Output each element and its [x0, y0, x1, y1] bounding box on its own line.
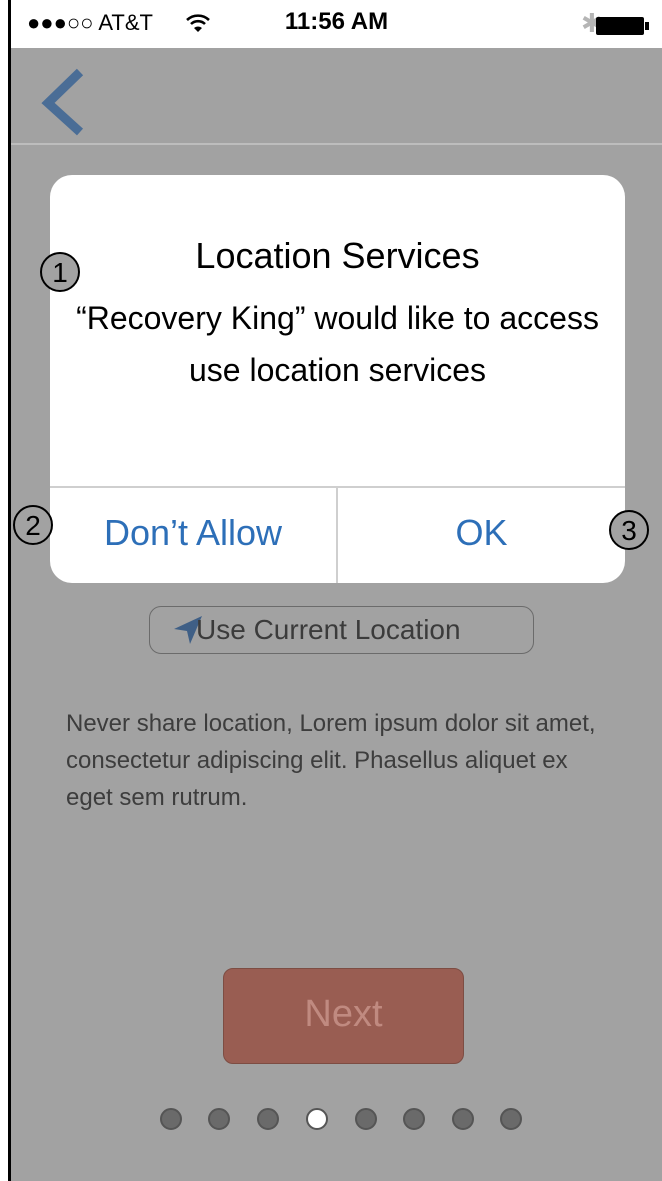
next-button[interactable]: Next: [223, 968, 464, 1064]
dont-allow-label: Don’t Allow: [103, 512, 283, 553]
screen: ●●●○○ AT&T 11:56 AM ✱ Use Current Locati…: [0, 0, 662, 1181]
use-current-location-button[interactable]: Use Current Location: [149, 606, 534, 654]
callout-2: 2: [13, 505, 53, 545]
chevron-left-icon[interactable]: [32, 66, 92, 141]
page-dot: [160, 1108, 182, 1130]
alert-message: “Recovery King” would like to access use…: [76, 300, 599, 388]
page-dot: [355, 1108, 377, 1130]
page-dot: [257, 1108, 279, 1130]
callout-3-number: 3: [621, 515, 637, 546]
ok-label: OK: [455, 512, 508, 553]
header-divider: [11, 143, 662, 145]
alert-title: Location Services: [195, 235, 480, 276]
battery-tip: [645, 22, 649, 30]
status-bar: ●●●○○ AT&T 11:56 AM ✱: [11, 0, 662, 48]
page-dot: [500, 1108, 522, 1130]
ok-button[interactable]: OK: [338, 488, 625, 583]
next-button-label: Next: [304, 993, 383, 1035]
dont-allow-button[interactable]: Don’t Allow: [50, 488, 336, 583]
page-dot: [208, 1108, 230, 1130]
location-permission-alert: Location Services “Recovery King” would …: [50, 175, 625, 583]
callout-2-number: 2: [25, 510, 41, 541]
callout-1: 1: [40, 252, 80, 292]
callout-3: 3: [609, 510, 649, 550]
callout-1-number: 1: [52, 257, 68, 288]
page-dot-current: [306, 1108, 328, 1130]
privacy-description: Never share location, Lorem ipsum dolor …: [66, 710, 596, 811]
page-dot: [452, 1108, 474, 1130]
battery-icon: [596, 17, 644, 35]
use-current-location-label: Use Current Location: [196, 614, 461, 645]
status-time: 11:56 AM: [284, 8, 389, 35]
page-dot: [403, 1108, 425, 1130]
